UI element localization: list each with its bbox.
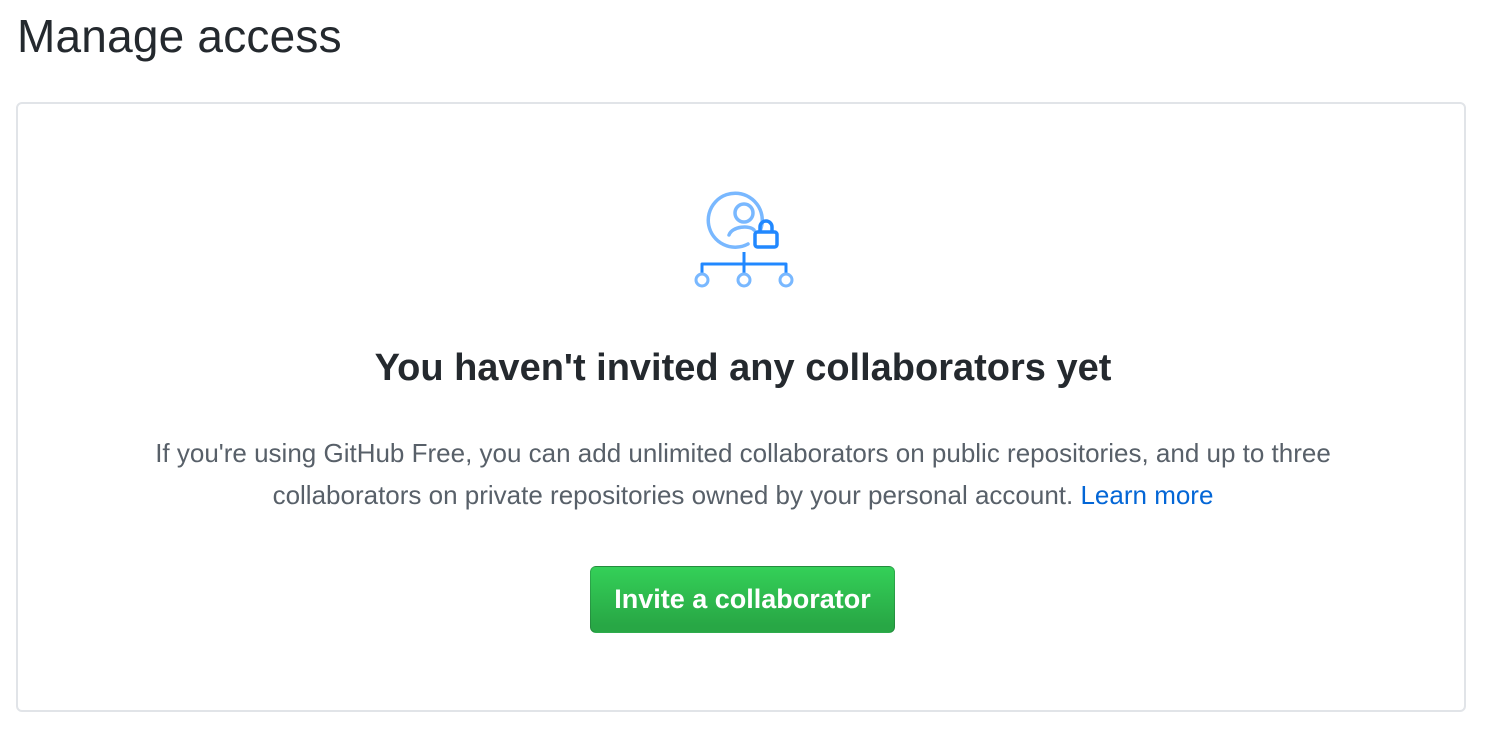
- page-title: Manage access: [17, 10, 342, 62]
- empty-state-heading: You haven't invited any collaborators ye…: [374, 347, 1112, 389]
- invite-collaborator-button[interactable]: Invite a collaborator: [590, 566, 895, 633]
- collaborators-lock-icon: [694, 191, 794, 288]
- learn-more-link[interactable]: Learn more: [1080, 480, 1213, 510]
- empty-state-description: If you're using GitHub Free, you can add…: [110, 432, 1376, 516]
